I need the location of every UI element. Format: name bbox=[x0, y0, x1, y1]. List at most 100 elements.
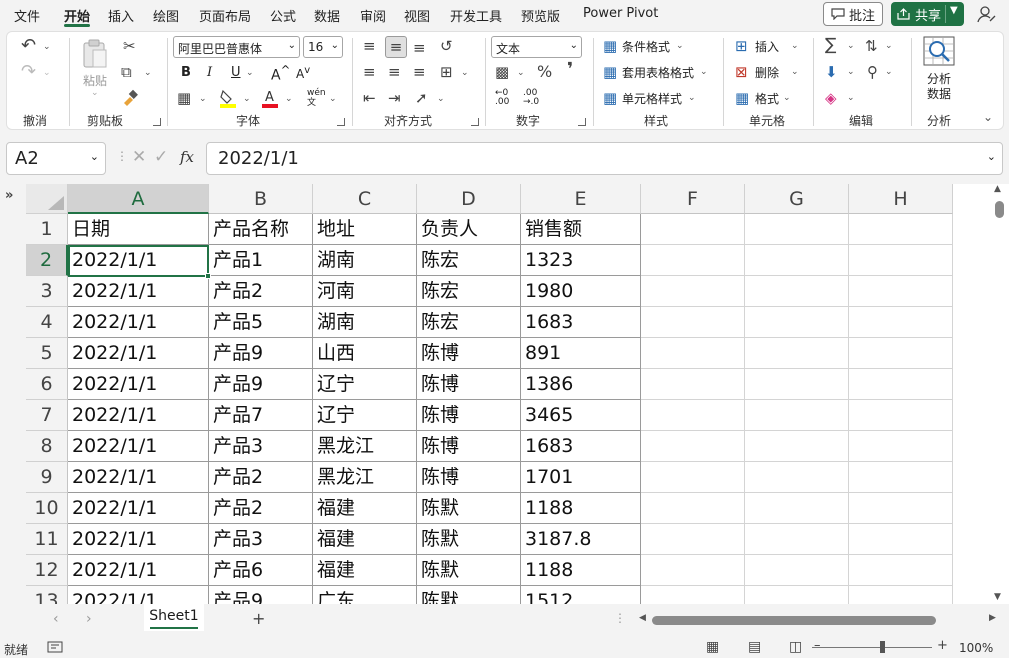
cell-e9[interactable]: 1701 bbox=[521, 462, 641, 493]
add-sheet-button[interactable]: + bbox=[252, 609, 265, 628]
cell-b9[interactable]: 产品2 bbox=[209, 462, 313, 493]
cell-g4[interactable] bbox=[745, 307, 849, 338]
cell-d2[interactable]: 陈宏 bbox=[417, 245, 521, 276]
cell-h4[interactable] bbox=[849, 307, 953, 338]
cell-e2[interactable]: 1323 bbox=[521, 245, 641, 276]
cell-a8[interactable]: 2022/1/1 bbox=[68, 431, 209, 462]
cell-e1[interactable]: 销售额 bbox=[521, 214, 641, 245]
next-sheet-icon[interactable]: › bbox=[86, 611, 92, 627]
vertical-scrollbar[interactable]: ▲ ▼ bbox=[990, 184, 1009, 604]
zoom-slider-thumb[interactable] bbox=[880, 641, 885, 653]
cell-c9[interactable]: 黑龙江 bbox=[313, 462, 417, 493]
fill-handle[interactable] bbox=[205, 273, 211, 279]
cell-h7[interactable] bbox=[849, 400, 953, 431]
page-layout-view-icon[interactable]: ▤ bbox=[748, 639, 761, 655]
cell-c10[interactable]: 福建 bbox=[313, 493, 417, 524]
cell-a3[interactable]: 2022/1/1 bbox=[68, 276, 209, 307]
page-break-view-icon[interactable]: ◫ bbox=[789, 639, 802, 655]
cell-d10[interactable]: 陈默 bbox=[417, 493, 521, 524]
cell-f4[interactable] bbox=[641, 307, 745, 338]
cell-a13[interactable]: 2022/1/1 bbox=[68, 586, 209, 604]
cell-b12[interactable]: 产品6 bbox=[209, 555, 313, 586]
cell-d6[interactable]: 陈博 bbox=[417, 369, 521, 400]
cell-b11[interactable]: 产品3 bbox=[209, 524, 313, 555]
cell-d11[interactable]: 陈默 bbox=[417, 524, 521, 555]
cell-h6[interactable] bbox=[849, 369, 953, 400]
prev-sheet-icon[interactable]: ‹ bbox=[53, 611, 59, 627]
cell-f7[interactable] bbox=[641, 400, 745, 431]
cell-a4[interactable]: 2022/1/1 bbox=[68, 307, 209, 338]
cell-c13[interactable]: 广东 bbox=[313, 586, 417, 604]
cell-a7[interactable]: 2022/1/1 bbox=[68, 400, 209, 431]
cell-b3[interactable]: 产品2 bbox=[209, 276, 313, 307]
cell-c11[interactable]: 福建 bbox=[313, 524, 417, 555]
cell-g12[interactable] bbox=[745, 555, 849, 586]
cell-b10[interactable]: 产品2 bbox=[209, 493, 313, 524]
cell-h11[interactable] bbox=[849, 524, 953, 555]
scroll-down-icon[interactable]: ▼ bbox=[994, 592, 1001, 602]
cell-d1[interactable]: 负责人 bbox=[417, 214, 521, 245]
cell-h8[interactable] bbox=[849, 431, 953, 462]
cell-d8[interactable]: 陈博 bbox=[417, 431, 521, 462]
sheet-tab-sheet1[interactable]: Sheet1 bbox=[144, 604, 204, 631]
cell-c7[interactable]: 辽宁 bbox=[313, 400, 417, 431]
zoom-level[interactable]: 100% bbox=[959, 641, 993, 655]
cell-h2[interactable] bbox=[849, 245, 953, 276]
cell-d12[interactable]: 陈默 bbox=[417, 555, 521, 586]
cell-b8[interactable]: 产品3 bbox=[209, 431, 313, 462]
cell-b4[interactable]: 产品5 bbox=[209, 307, 313, 338]
cell-f11[interactable] bbox=[641, 524, 745, 555]
accessibility-icon[interactable] bbox=[47, 641, 63, 653]
zoom-out-button[interactable]: – bbox=[814, 638, 821, 653]
cell-b2[interactable]: 产品1 bbox=[209, 245, 313, 276]
cell-a12[interactable]: 2022/1/1 bbox=[68, 555, 209, 586]
cell-e6[interactable]: 1386 bbox=[521, 369, 641, 400]
scroll-left-icon[interactable]: ◀ bbox=[639, 613, 646, 623]
cell-a10[interactable]: 2022/1/1 bbox=[68, 493, 209, 524]
cell-b5[interactable]: 产品9 bbox=[209, 338, 313, 369]
cell-e13[interactable]: 1512 bbox=[521, 586, 641, 604]
cell-e10[interactable]: 1188 bbox=[521, 493, 641, 524]
cell-f12[interactable] bbox=[641, 555, 745, 586]
cell-g7[interactable] bbox=[745, 400, 849, 431]
cell-b13[interactable]: 产品9 bbox=[209, 586, 313, 604]
vertical-scroll-thumb[interactable] bbox=[995, 201, 1004, 218]
cell-h13[interactable] bbox=[849, 586, 953, 604]
cell-g8[interactable] bbox=[745, 431, 849, 462]
scroll-up-icon[interactable]: ▲ bbox=[994, 184, 1001, 194]
cell-h10[interactable] bbox=[849, 493, 953, 524]
cell-f9[interactable] bbox=[641, 462, 745, 493]
cell-f2[interactable] bbox=[641, 245, 745, 276]
cell-f13[interactable] bbox=[641, 586, 745, 604]
cell-e12[interactable]: 1188 bbox=[521, 555, 641, 586]
cell-a1[interactable]: 日期 bbox=[68, 214, 209, 245]
cell-g13[interactable] bbox=[745, 586, 849, 604]
cell-d5[interactable]: 陈博 bbox=[417, 338, 521, 369]
cell-g9[interactable] bbox=[745, 462, 849, 493]
cell-d3[interactable]: 陈宏 bbox=[417, 276, 521, 307]
cell-f3[interactable] bbox=[641, 276, 745, 307]
cell-e3[interactable]: 1980 bbox=[521, 276, 641, 307]
cell-e7[interactable]: 3465 bbox=[521, 400, 641, 431]
cell-f1[interactable] bbox=[641, 214, 745, 245]
cell-g6[interactable] bbox=[745, 369, 849, 400]
cell-h1[interactable] bbox=[849, 214, 953, 245]
cell-g5[interactable] bbox=[745, 338, 849, 369]
cell-a11[interactable]: 2022/1/1 bbox=[68, 524, 209, 555]
cell-b7[interactable]: 产品7 bbox=[209, 400, 313, 431]
cell-a5[interactable]: 2022/1/1 bbox=[68, 338, 209, 369]
cell-g10[interactable] bbox=[745, 493, 849, 524]
zoom-in-button[interactable]: + bbox=[937, 638, 948, 653]
cell-b1[interactable]: 产品名称 bbox=[209, 214, 313, 245]
cell-g2[interactable] bbox=[745, 245, 849, 276]
cell-c2[interactable]: 湖南 bbox=[313, 245, 417, 276]
cell-c4[interactable]: 湖南 bbox=[313, 307, 417, 338]
cell-f5[interactable] bbox=[641, 338, 745, 369]
cell-h9[interactable] bbox=[849, 462, 953, 493]
cell-b6[interactable]: 产品9 bbox=[209, 369, 313, 400]
zoom-slider[interactable] bbox=[812, 647, 932, 648]
cell-h5[interactable] bbox=[849, 338, 953, 369]
cell-c5[interactable]: 山西 bbox=[313, 338, 417, 369]
cell-g3[interactable] bbox=[745, 276, 849, 307]
cell-c1[interactable]: 地址 bbox=[313, 214, 417, 245]
